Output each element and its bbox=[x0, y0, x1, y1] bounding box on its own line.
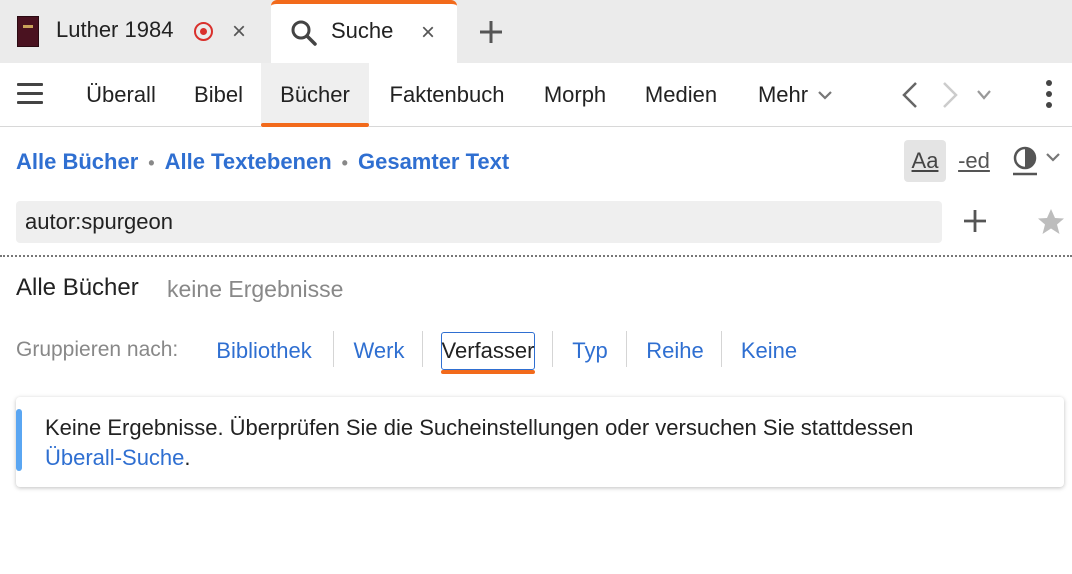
menu-icon[interactable] bbox=[17, 83, 43, 105]
results-count: keine Ergebnisse bbox=[167, 276, 344, 302]
separator-dot: • bbox=[148, 153, 155, 173]
display-mode-button[interactable] bbox=[1010, 140, 1062, 182]
breadcrumb-range[interactable]: Gesamter Text bbox=[358, 149, 509, 174]
nav-tab-label: Bibel bbox=[194, 82, 243, 107]
tab-strip: Luther 1984 × Suche × bbox=[0, 0, 1072, 63]
contrast-icon bbox=[1013, 146, 1037, 176]
group-option-typ[interactable]: Typ bbox=[562, 332, 618, 370]
nav-tab-medien[interactable]: Medien bbox=[625, 63, 737, 127]
info-bar bbox=[16, 409, 22, 471]
close-icon[interactable]: × bbox=[229, 20, 249, 44]
close-icon[interactable]: × bbox=[418, 21, 438, 45]
separator bbox=[626, 331, 627, 367]
tab-luther-1984[interactable]: Luther 1984 × bbox=[0, 0, 270, 63]
nav-tab-buecher[interactable]: Bücher bbox=[261, 63, 369, 127]
breadcrumb-level[interactable]: Alle Textebenen bbox=[165, 149, 332, 174]
message-text: Keine Ergebnisse. Überprüfen Sie die Suc… bbox=[45, 413, 1045, 473]
nav-tab-faktenbuch[interactable]: Faktenbuch bbox=[369, 63, 525, 127]
word-forms-button[interactable]: -ed bbox=[956, 140, 992, 182]
nav-bar: Überall Bibel Bücher Faktenbuch Morph Me… bbox=[0, 63, 1072, 127]
target-icon[interactable] bbox=[194, 22, 213, 41]
more-options-icon[interactable] bbox=[1046, 80, 1054, 110]
plus-icon[interactable] bbox=[962, 208, 988, 234]
book-thumbnail-icon bbox=[17, 16, 39, 47]
breadcrumb: Alle Bücher • Alle Textebenen • Gesamter Tex… bbox=[16, 149, 509, 175]
group-option-reihe[interactable]: Reihe bbox=[637, 332, 713, 370]
group-option-werk[interactable]: Werk bbox=[344, 332, 414, 370]
chevron-down-icon[interactable] bbox=[976, 89, 992, 101]
group-option-keine[interactable]: Keine bbox=[732, 332, 806, 370]
group-by-label: Gruppieren nach: bbox=[16, 338, 179, 361]
group-option-verfasser[interactable]: Verfasser bbox=[441, 332, 535, 374]
nav-tab-label: Morph bbox=[543, 82, 607, 107]
match-case-button[interactable]: Aa bbox=[904, 140, 946, 182]
no-results-message: Keine Ergebnisse. Überprüfen Sie die Suc… bbox=[16, 397, 1064, 487]
nav-tab-ueberall[interactable]: Überall bbox=[66, 63, 176, 127]
divider bbox=[0, 255, 1072, 257]
search-icon bbox=[291, 20, 317, 46]
group-option-bibliothek[interactable]: Bibliothek bbox=[205, 332, 323, 370]
nav-tab-mehr[interactable]: Mehr bbox=[740, 63, 850, 127]
breadcrumb-scope[interactable]: Alle Bücher bbox=[16, 149, 138, 174]
separator bbox=[333, 331, 334, 367]
nav-tab-label: Faktenbuch bbox=[389, 82, 505, 107]
nav-tab-label: Medien bbox=[644, 82, 718, 107]
separator bbox=[721, 331, 722, 367]
message-suffix: . bbox=[184, 445, 191, 470]
nav-tab-bibel[interactable]: Bibel bbox=[176, 63, 261, 127]
message-body: Keine Ergebnisse. Überprüfen Sie die Suc… bbox=[45, 415, 914, 440]
star-icon[interactable] bbox=[1036, 207, 1066, 237]
forward-icon[interactable] bbox=[940, 81, 960, 109]
plus-icon[interactable] bbox=[476, 17, 506, 47]
tab-title: Suche bbox=[331, 18, 394, 43]
nav-tab-label: Überall bbox=[86, 82, 156, 107]
chevron-down-icon bbox=[1046, 153, 1060, 162]
separator bbox=[552, 331, 553, 367]
back-icon[interactable] bbox=[900, 81, 920, 109]
everywhere-search-link[interactable]: Überall-Suche bbox=[45, 445, 184, 470]
search-input[interactable] bbox=[16, 201, 942, 243]
nav-tab-label: Bücher bbox=[280, 82, 350, 107]
separator-dot: • bbox=[341, 153, 348, 173]
nav-tab-morph[interactable]: Morph bbox=[525, 63, 625, 127]
results-title: Alle Bücher bbox=[16, 274, 139, 301]
tab-suche[interactable]: Suche × bbox=[271, 0, 457, 63]
chevron-down-icon bbox=[818, 91, 832, 100]
separator bbox=[422, 331, 423, 367]
tab-title: Luther 1984 bbox=[56, 17, 174, 42]
nav-tab-label: Mehr bbox=[757, 82, 809, 107]
